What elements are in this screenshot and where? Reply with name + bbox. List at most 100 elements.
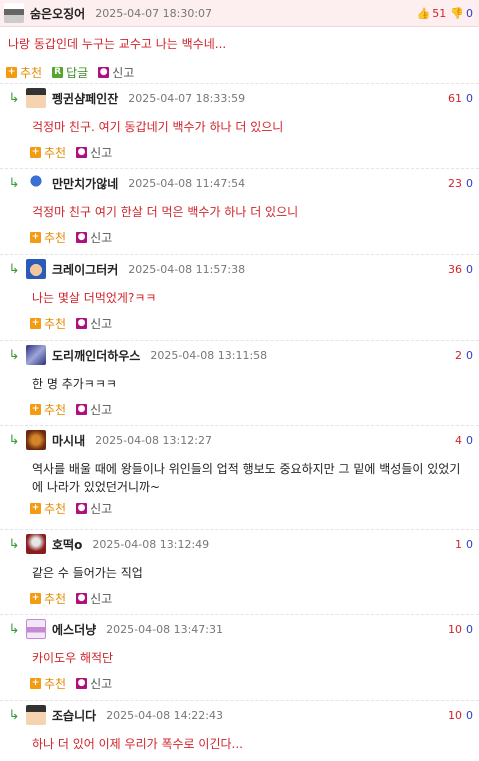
recommend-button[interactable]: + 추천 — [30, 675, 66, 692]
recommend-label: 추천 — [44, 501, 67, 516]
nickname[interactable]: 호떡o — [52, 536, 82, 553]
upvote-count: 23 — [448, 176, 462, 190]
avatar[interactable] — [26, 430, 46, 450]
report-button[interactable]: ● 신고 — [76, 500, 112, 517]
upvote-count: 51 — [432, 6, 447, 20]
downvote-count: 0 — [466, 537, 473, 551]
main-comment-header: 숨은오징어 2025-04-07 18:30:07 👍 51 👎 0 — [0, 0, 479, 27]
vote-counter: 4 0 — [455, 426, 473, 454]
reply-item: ↳ 에스더냥 2025-04-08 13:47:31 10 0 카이도우 해적단… — [0, 614, 479, 700]
nickname[interactable]: 도리깨인더하우스 — [52, 347, 140, 364]
reply-button[interactable]: R 답글 — [52, 64, 88, 81]
timestamp: 2025-04-08 14:22:43 — [106, 708, 223, 722]
avatar[interactable] — [4, 3, 24, 23]
upvote-count: 10 — [448, 622, 462, 636]
report-button[interactable]: ● 신고 — [76, 315, 112, 332]
plus-icon: + — [30, 592, 41, 604]
report-icon: ● — [76, 403, 88, 415]
report-button[interactable]: ● 신고 — [98, 64, 134, 81]
report-label: 신고 — [90, 230, 113, 245]
nickname[interactable]: 마시내 — [52, 432, 85, 449]
report-button[interactable]: ● 신고 — [76, 229, 112, 246]
reply-label: 답글 — [66, 65, 89, 80]
reply-header: ↳ 호떡o 2025-04-08 13:12:49 1 0 — [0, 530, 479, 558]
recommend-label: 추천 — [44, 676, 67, 691]
nickname[interactable]: 크레이그터커 — [52, 261, 118, 278]
reply-icon: R — [52, 66, 64, 78]
report-icon: ● — [76, 677, 88, 689]
avatar[interactable] — [26, 534, 46, 554]
recommend-button[interactable]: + 추천 — [30, 590, 66, 607]
recommend-button[interactable]: + 추천 — [30, 401, 66, 418]
reply-item: ↳ 만만치가않네 2025-04-08 11:47:54 23 0 걱정마 친구… — [0, 168, 479, 254]
avatar[interactable] — [26, 619, 46, 639]
report-icon: ● — [76, 317, 88, 329]
upvote-count: 1 — [455, 537, 462, 551]
reply-item: ↳ 펭귄샴페인잔 2025-04-07 18:33:59 61 0 걱정마 친구… — [0, 83, 479, 168]
nickname[interactable]: 조습니다 — [52, 707, 96, 724]
recommend-label: 추천 — [44, 591, 67, 606]
report-label: 신고 — [90, 316, 113, 331]
reply-header: ↳ 에스더냥 2025-04-08 13:47:31 10 0 — [0, 615, 479, 643]
recommend-button[interactable]: + 추천 — [30, 144, 66, 161]
recommend-label: 추천 — [20, 65, 43, 80]
plus-icon: + — [30, 231, 41, 243]
reply-arrow-icon: ↳ — [8, 347, 20, 363]
upvote-count: 36 — [448, 262, 462, 276]
reply-body: 나는 몇살 더먹었게?ㅋㅋ — [32, 291, 157, 305]
downvote-count: 0 — [466, 348, 473, 362]
nickname[interactable]: 만만치가않네 — [52, 175, 118, 192]
recommend-button[interactable]: + 추천 — [30, 500, 66, 517]
timestamp: 2025-04-07 18:33:59 — [128, 91, 246, 105]
nickname[interactable]: 펭귄샴페인잔 — [52, 90, 118, 107]
report-icon: ● — [76, 502, 88, 514]
plus-icon: + — [30, 403, 41, 415]
nickname[interactable]: 에스더냥 — [52, 621, 96, 638]
timestamp: 2025-04-08 11:57:38 — [128, 262, 246, 276]
timestamp: 2025-04-08 11:47:54 — [128, 176, 246, 190]
timestamp: 2025-04-08 13:11:58 — [150, 348, 268, 362]
reply-actions: + 추천 ● 신고 — [0, 671, 479, 695]
avatar[interactable] — [26, 345, 46, 365]
reply-body: 걱정마 친구. 여기 동갑네기 백수가 하나 더 있으니 — [32, 120, 284, 134]
upvote-count: 2 — [455, 348, 462, 362]
recommend-button[interactable]: + 추천 — [6, 64, 42, 81]
comment-actions: + 추천 R 답글 ● 신고 — [0, 61, 479, 83]
nickname[interactable]: 숨은오징어 — [30, 5, 85, 22]
comment-body: 나랑 동갑인데 누구는 교수고 나는 백수네... — [8, 37, 227, 51]
reply-body: 걱정마 친구 여기 한살 더 먹은 백수가 하나 더 있으니 — [32, 205, 299, 219]
avatar[interactable] — [26, 705, 46, 725]
downvote-count: 0 — [466, 176, 473, 190]
thumbs-up-icon[interactable]: 👍 — [417, 7, 431, 20]
recommend-button[interactable]: + 추천 — [30, 229, 66, 246]
vote-counter: 10 0 — [448, 701, 473, 729]
report-label: 신고 — [90, 501, 113, 516]
reply-arrow-icon: ↳ — [8, 90, 20, 106]
reply-item: ↳ 조습니다 2025-04-08 14:22:43 10 0 하나 더 있어 … — [0, 700, 479, 761]
vote-counter: 36 0 — [448, 255, 473, 283]
report-button[interactable]: ● 신고 — [76, 675, 112, 692]
report-button[interactable]: ● 신고 — [76, 401, 112, 418]
avatar[interactable] — [26, 259, 46, 279]
avatar[interactable] — [26, 88, 46, 108]
thumbs-down-icon[interactable]: 👎 — [450, 7, 464, 20]
timestamp: 2025-04-08 13:12:49 — [92, 537, 210, 551]
plus-icon: + — [30, 677, 41, 689]
recommend-button[interactable]: + 추천 — [30, 315, 66, 332]
report-button[interactable]: ● 신고 — [76, 590, 112, 607]
timestamp: 2025-04-08 13:12:27 — [95, 433, 212, 447]
report-label: 신고 — [90, 591, 113, 606]
reply-arrow-icon: ↳ — [8, 536, 20, 552]
downvote-count: 0 — [466, 6, 473, 20]
vote-counter: 1 0 — [455, 530, 473, 558]
report-button[interactable]: ● 신고 — [76, 144, 112, 161]
recommend-label: 추천 — [44, 316, 67, 331]
timestamp: 2025-04-07 18:30:07 — [95, 6, 213, 20]
avatar[interactable] — [26, 173, 46, 193]
recommend-label: 추천 — [44, 145, 67, 160]
vote-counter: 10 0 — [448, 615, 473, 643]
reply-body: 역사를 배울 때에 왕들이나 위인들의 업적 행보도 중요하지만 그 밑에 백성… — [32, 462, 461, 494]
reply-item: ↳ 도리깨인더하우스 2025-04-08 13:11:58 2 0 한 명 추… — [0, 340, 479, 425]
upvote-count: 61 — [448, 91, 462, 105]
reply-item: ↳ 마시내 2025-04-08 13:12:27 4 0 역사를 배울 때에 … — [0, 425, 479, 529]
